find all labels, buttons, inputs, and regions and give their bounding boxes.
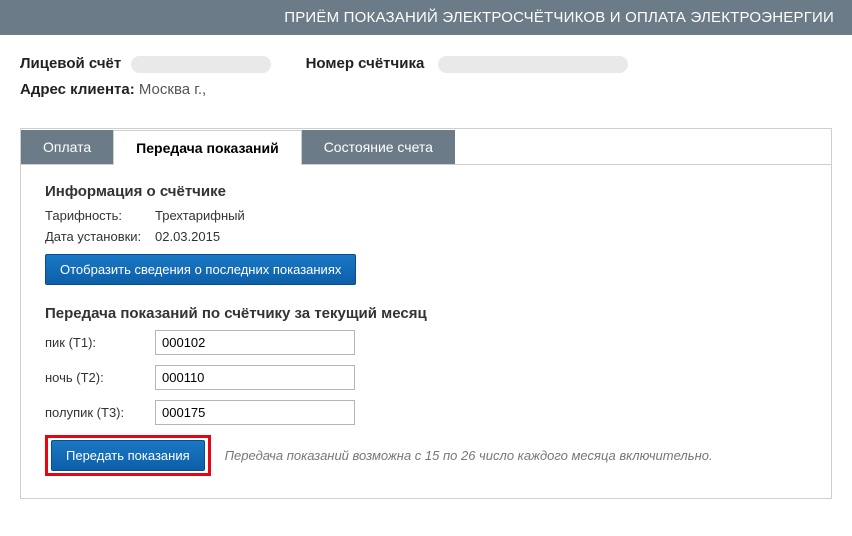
account-info-block: Лицевой счёт Номер счётчика Адрес клиент… xyxy=(20,55,832,98)
t3-input[interactable] xyxy=(155,400,355,425)
submit-row: Передать показания Передача показаний во… xyxy=(45,435,807,476)
install-date-value: 02.03.2015 xyxy=(155,229,220,244)
tab-account-status[interactable]: Состояние счета xyxy=(302,130,455,164)
meter-number-masked xyxy=(438,56,628,73)
page-title: ПРИЁМ ПОКАЗАНИЙ ЭЛЕКТРОСЧЁТЧИКОВ И ОПЛАТ… xyxy=(284,9,834,26)
t2-label: ночь (T2): xyxy=(45,370,155,385)
t3-row: полупик (T3): xyxy=(45,400,807,425)
account-row: Лицевой счёт Номер счётчика xyxy=(20,55,832,73)
main-container: Лицевой счёт Номер счётчика Адрес клиент… xyxy=(0,35,852,519)
address-rest-masked xyxy=(210,81,390,98)
show-last-readings-button[interactable]: Отобразить сведения о последних показани… xyxy=(45,254,356,285)
t2-input[interactable] xyxy=(155,365,355,390)
address-row: Адрес клиента: Москва г., xyxy=(20,81,832,99)
submit-readings-button[interactable]: Передать показания xyxy=(51,440,205,471)
account-number-masked xyxy=(131,56,271,73)
install-date-row: Дата установки: 02.03.2015 xyxy=(45,229,807,244)
address-value: Москва г., xyxy=(139,81,206,98)
tariff-value: Трехтарифный xyxy=(155,208,245,223)
tab-payment[interactable]: Оплата xyxy=(21,130,113,164)
highlight-frame: Передать показания xyxy=(45,435,211,476)
install-date-label: Дата установки: xyxy=(45,229,155,244)
t1-label: пик (T1): xyxy=(45,335,155,350)
readings-title: Передача показаний по счётчику за текущи… xyxy=(45,305,807,322)
meter-number-label: Номер счётчика xyxy=(306,55,425,72)
tab-submit-readings[interactable]: Передача показаний xyxy=(113,130,302,165)
t1-row: пик (T1): xyxy=(45,330,807,355)
t2-row: ночь (T2): xyxy=(45,365,807,390)
tariff-label: Тарифность: xyxy=(45,208,155,223)
tab-content: Информация о счётчике Тарифность: Трехта… xyxy=(21,165,831,498)
t3-label: полупик (T3): xyxy=(45,405,155,420)
address-label: Адрес клиента: xyxy=(20,81,135,98)
tariff-row: Тарифность: Трехтарифный xyxy=(45,208,807,223)
tab-bar: Оплата Передача показаний Состояние счет… xyxy=(21,129,831,165)
page-header: ПРИЁМ ПОКАЗАНИЙ ЭЛЕКТРОСЧЁТЧИКОВ И ОПЛАТ… xyxy=(0,0,852,35)
account-label: Лицевой счёт xyxy=(20,55,121,72)
submit-note: Передача показаний возможна с 15 по 26 ч… xyxy=(225,448,713,463)
t1-input[interactable] xyxy=(155,330,355,355)
meter-info-title: Информация о счётчике xyxy=(45,183,807,200)
tab-area: Оплата Передача показаний Состояние счет… xyxy=(20,128,832,499)
